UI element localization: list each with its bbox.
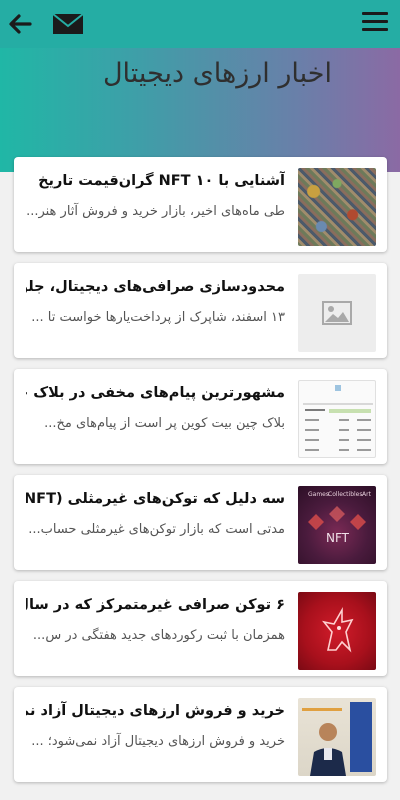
news-summary: خرید و فروش ارزهای دیجیتال آزاد نمی‌شود؛… <box>31 734 285 749</box>
nft-art-icon: Games Collectibles Art NFT <box>308 491 372 545</box>
nft-tab-label: Games <box>308 491 329 498</box>
news-summary: ۱۳ اسفند، شاپرک از پرداخت‌یارها خواست تا… <box>31 310 285 325</box>
news-title: محدودسازی صرافی‌های دیجیتال، جلوگیر... <box>26 279 285 295</box>
news-card[interactable]: خرید و فروش ارزهای دیجیتال آزاد نمی‌شد..… <box>14 687 387 782</box>
news-card-text: محدودسازی صرافی‌های دیجیتال، جلوگیر... ۱… <box>26 276 285 328</box>
news-list: آشنایی با ۱۰ NFT گران‌قیمت تاریخ طی ماه‌… <box>14 157 387 793</box>
news-thumbnail-nft-collage <box>298 168 376 246</box>
menu-line-icon <box>362 28 388 31</box>
back-arrow-icon[interactable] <box>6 10 34 38</box>
news-thumbnail-person-photo <box>298 698 376 776</box>
news-thumbnail-unicorn-logo <box>298 592 376 670</box>
news-summary: طی ماه‌های اخیر، بازار خرید و فروش آثار … <box>26 204 285 219</box>
news-card-text: سه دلیل که توکن‌های غیرمثلی (NFTها) ... … <box>26 488 285 540</box>
nft-tab-label: Art <box>362 491 372 498</box>
news-card-text: آشنایی با ۱۰ NFT گران‌قیمت تاریخ طی ماه‌… <box>26 170 285 222</box>
news-summary: همزمان با ثبت رکوردهای جدید هفتگی در س..… <box>32 628 285 643</box>
news-card[interactable]: ۶ توکن صرافی غیرمتمرکز که در سال ۲۰۲۱ ..… <box>14 581 387 676</box>
top-app-bar <box>0 0 400 48</box>
news-title: خرید و فروش ارزهای دیجیتال آزاد نمی‌شد..… <box>26 703 285 719</box>
page-title: اخبار ارزهای دیجیتال <box>102 58 332 89</box>
news-card[interactable]: Games Collectibles Art NFT سه دلیل که تو… <box>14 475 387 570</box>
news-title: مشهورترین پیام‌های مخفی در بلاک چین... <box>26 385 285 401</box>
news-thumbnail-nft-art: Games Collectibles Art NFT <box>298 486 376 564</box>
news-title: ۶ توکن صرافی غیرمتمرکز که در سال ۲۰۲۱ ..… <box>26 597 285 613</box>
menu-line-icon <box>362 12 388 15</box>
person-photo-icon <box>302 702 372 776</box>
table-screenshot-icon <box>303 385 373 451</box>
news-card[interactable]: محدودسازی صرافی‌های دیجیتال، جلوگیر... ۱… <box>14 263 387 358</box>
news-title: آشنایی با ۱۰ NFT گران‌قیمت تاریخ <box>38 173 285 189</box>
news-card[interactable]: مشهورترین پیام‌های مخفی در بلاک چین... ب… <box>14 369 387 464</box>
menu-line-icon <box>362 20 388 23</box>
news-summary: مدتی است که بازار توکن‌های غیرمثلی حساب.… <box>28 522 285 537</box>
news-thumbnail-placeholder <box>298 274 376 352</box>
mail-icon[interactable] <box>52 12 84 36</box>
unicorn-icon <box>322 606 354 653</box>
news-summary: بلاک چین بیت کوین پر است از پیام‌های مخ.… <box>44 416 285 431</box>
news-thumbnail-blockchain-table <box>298 380 376 458</box>
image-placeholder-icon <box>322 301 352 325</box>
news-card-text: خرید و فروش ارزهای دیجیتال آزاد نمی‌شد..… <box>26 700 285 752</box>
news-card[interactable]: آشنایی با ۱۰ NFT گران‌قیمت تاریخ طی ماه‌… <box>14 157 387 252</box>
nft-logo-text: NFT <box>326 531 350 545</box>
hamburger-menu-icon[interactable] <box>362 12 388 34</box>
news-card-text: مشهورترین پیام‌های مخفی در بلاک چین... ب… <box>26 382 285 434</box>
news-title: سه دلیل که توکن‌های غیرمثلی (NFTها) ... <box>26 491 285 507</box>
nft-tab-label: Collectibles <box>328 491 363 498</box>
news-card-text: ۶ توکن صرافی غیرمتمرکز که در سال ۲۰۲۱ ..… <box>26 594 285 646</box>
